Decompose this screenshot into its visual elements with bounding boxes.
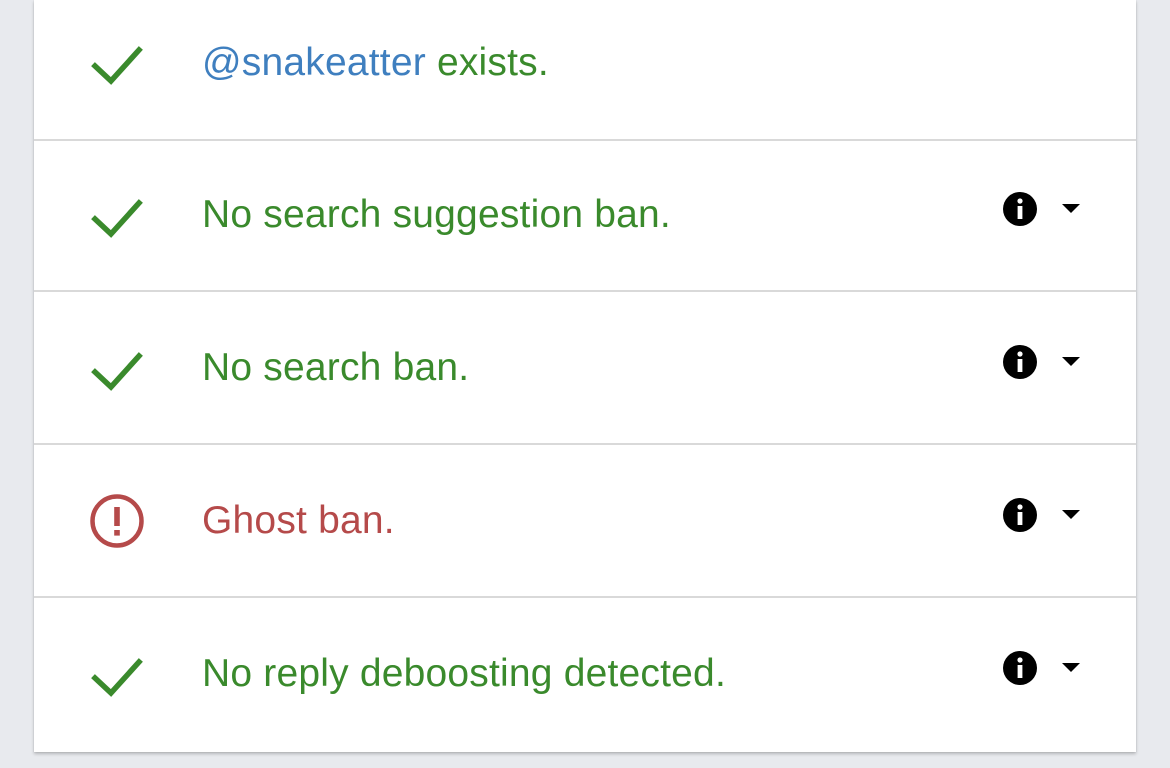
info-icon[interactable] — [1002, 497, 1038, 533]
checkmark-icon — [91, 658, 143, 697]
info-icon[interactable] — [1002, 191, 1038, 227]
result-row-reply-deboosting[interactable]: No reply deboosting detected. — [34, 600, 1136, 752]
checkmark-icon — [91, 199, 143, 238]
info-icon[interactable] — [1002, 344, 1038, 380]
checkmark-icon — [91, 46, 143, 85]
result-row-ghost-ban[interactable]: Ghost ban. — [34, 447, 1136, 598]
result-row-exists: @snakeatter exists. — [34, 0, 1136, 141]
result-text: No search ban. — [202, 346, 470, 389]
result-row-search[interactable]: No search ban. — [34, 294, 1136, 445]
result-row-search-suggestion[interactable]: No search suggestion ban. — [34, 141, 1136, 292]
username-link[interactable]: @snakeatter — [202, 41, 426, 84]
checkmark-icon — [91, 352, 143, 391]
caret-down-icon[interactable] — [1061, 662, 1081, 674]
caret-down-icon[interactable] — [1061, 356, 1081, 368]
result-text: Ghost ban. — [202, 499, 395, 542]
caret-down-icon[interactable] — [1061, 509, 1081, 521]
result-text: No reply deboosting detected. — [202, 652, 726, 695]
alert-circle-icon — [90, 494, 144, 548]
result-text: @snakeatter exists. — [202, 41, 549, 84]
result-text: No search suggestion ban. — [202, 193, 671, 236]
caret-down-icon[interactable] — [1061, 203, 1081, 215]
info-icon[interactable] — [1002, 650, 1038, 686]
results-card: @snakeatter exists. No search suggestion… — [34, 0, 1136, 752]
